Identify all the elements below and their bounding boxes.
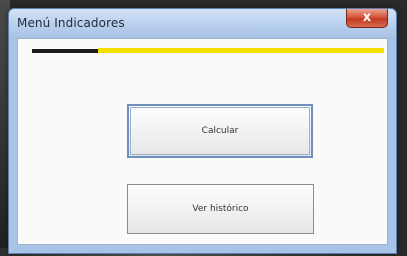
- client-area: Calcular Ver histórico: [17, 38, 388, 245]
- ver-historico-button[interactable]: Ver histórico: [127, 184, 314, 234]
- window-title: Menú Indicadores: [17, 16, 125, 30]
- menu-window: Menú Indicadores x Calcular Ver históric…: [8, 8, 397, 254]
- close-icon: x: [362, 10, 372, 25]
- accent-divider-highlight: [98, 48, 384, 53]
- close-button[interactable]: x: [346, 9, 388, 28]
- title-bar[interactable]: Menú Indicadores x: [9, 9, 396, 37]
- calcular-button[interactable]: Calcular: [127, 104, 313, 158]
